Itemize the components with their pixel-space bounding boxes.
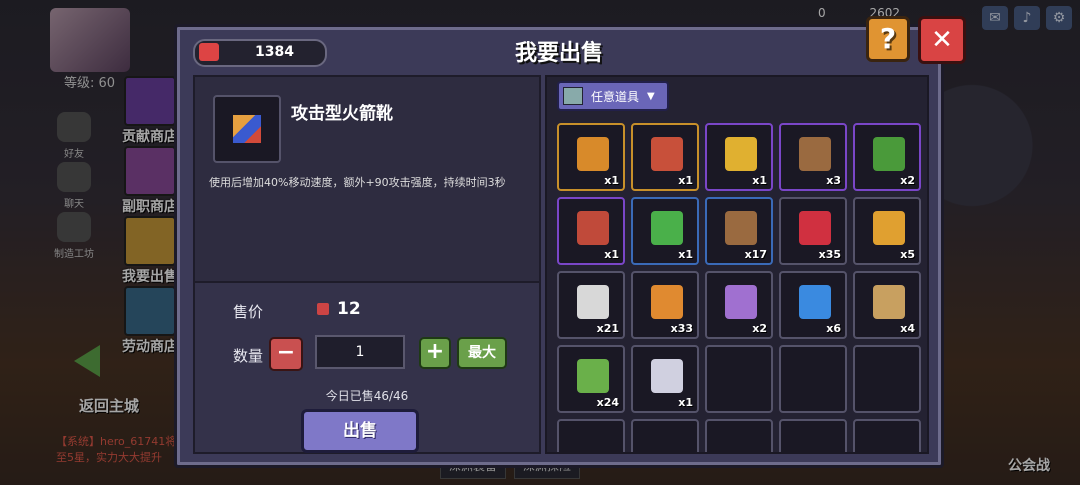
inventory-slot[interactable]: x1 [631, 123, 699, 191]
spellbook-icon [651, 137, 683, 171]
inventory-slot[interactable]: x24 [557, 345, 625, 413]
price-value: 12 [337, 299, 361, 319]
item-count: x1 [678, 248, 693, 261]
item-count: x1 [678, 174, 693, 187]
filter-label: 任意道具 [591, 89, 640, 104]
selected-item-name: 攻击型火箭靴 [291, 104, 393, 124]
selected-item-icon [213, 95, 281, 163]
inventory-grid: x1 x1 x1 x3 x2 x1 x1 x17 x35 x5 x21 x33 x2 x6 x4 x24 x1 [557, 123, 921, 452]
item-count: x33 [670, 322, 693, 335]
item-count: x21 [596, 322, 619, 335]
item-filter-dropdown[interactable]: 任意道具 ▼ [557, 81, 669, 111]
sell-panel: 1384 我要出售 攻击型火箭靴 使用后增加40%移动速度，额外+90攻击强度，… [174, 24, 944, 468]
rocket-boots-icon [233, 115, 261, 143]
item-count: x2 [900, 174, 915, 187]
item-count: x35 [818, 248, 841, 261]
chevron-down-icon: ▼ [647, 90, 655, 102]
sell-button[interactable]: 出售 [301, 409, 419, 453]
check-scroll-icon [577, 359, 609, 393]
red-potion-icon [799, 211, 831, 245]
item-count: x24 [596, 396, 619, 409]
sold-today-counter: 今日已售46/46 [325, 389, 409, 403]
speed-boots-icon [873, 285, 905, 319]
empty-inventory-slot[interactable] [853, 419, 921, 452]
item-count: x5 [900, 248, 915, 261]
empty-inventory-slot[interactable] [705, 419, 773, 452]
green-dragon-icon [873, 137, 905, 171]
inventory-slot[interactable]: x4 [853, 271, 921, 339]
white-potion-icon [577, 285, 609, 319]
item-count: x1 [604, 174, 619, 187]
empty-inventory-slot[interactable] [705, 345, 773, 413]
decrease-quantity-button[interactable]: − [269, 337, 303, 371]
item-count: x4 [900, 322, 915, 335]
rocket-boots-icon [577, 137, 609, 171]
quantity-input[interactable]: 1 [315, 335, 405, 369]
chest-icon [563, 87, 583, 105]
red-book-icon [577, 211, 609, 245]
selected-item-description: 使用后增加40%移动速度，额外+90攻击强度，持续时间3秒 [209, 176, 506, 189]
blue-flask-icon [799, 285, 831, 319]
sell-controls: 售价 12 数量 − 1 + 最大 今日已售46/46 出售 [195, 283, 539, 453]
help-button[interactable]: ? [866, 16, 910, 62]
max-quantity-button[interactable]: 最大 [457, 337, 507, 369]
inventory-pane: 任意道具 ▼ x1 x1 x1 x3 x2 x1 x1 x17 x35 x5 x21 x33 x2 x6 x… [545, 75, 929, 454]
green-vase-icon [651, 211, 683, 245]
item-detail-pane: 攻击型火箭靴 使用后增加40%移动速度，额外+90攻击强度，持续时间3秒 售价 … [193, 75, 541, 454]
inventory-slot[interactable]: x1 [557, 123, 625, 191]
empty-inventory-slot[interactable] [779, 345, 847, 413]
inventory-slot[interactable]: x17 [705, 197, 773, 265]
item-count: x2 [752, 322, 767, 335]
inventory-slot[interactable]: x6 [779, 271, 847, 339]
inventory-slot[interactable]: x33 [631, 271, 699, 339]
inventory-slot[interactable]: x1 [705, 123, 773, 191]
empty-inventory-slot[interactable] [631, 419, 699, 452]
gold-potion-icon [873, 211, 905, 245]
golden-trophy-icon [725, 137, 757, 171]
empty-inventory-slot[interactable] [557, 419, 625, 452]
crown-bag-icon [799, 137, 831, 171]
inventory-slot[interactable]: x35 [779, 197, 847, 265]
winged-boots-icon [651, 359, 683, 393]
inventory-slot[interactable]: x3 [779, 123, 847, 191]
panel-title: 我要出售 [514, 41, 603, 66]
item-count: x17 [744, 248, 767, 261]
item-count: x1 [604, 248, 619, 261]
item-count: x6 [826, 322, 841, 335]
purple-vial-icon [725, 285, 757, 319]
inventory-slot[interactable]: x2 [705, 271, 773, 339]
inventory-slot[interactable]: x1 [557, 197, 625, 265]
item-count: x1 [678, 396, 693, 409]
orange-bottle-icon [651, 285, 683, 319]
coin-icon [317, 303, 329, 315]
empty-inventory-slot[interactable] [779, 419, 847, 452]
crown-sack-icon [725, 211, 757, 245]
empty-inventory-slot[interactable] [853, 345, 921, 413]
inventory-slot[interactable]: x5 [853, 197, 921, 265]
inventory-slot[interactable]: x2 [853, 123, 921, 191]
item-count: x1 [752, 174, 767, 187]
price-label: 售价 [233, 303, 264, 321]
item-count: x3 [826, 174, 841, 187]
inventory-slot[interactable]: x1 [631, 345, 699, 413]
inventory-slot[interactable]: x1 [631, 197, 699, 265]
increase-quantity-button[interactable]: + [419, 337, 451, 369]
inventory-slot[interactable]: x21 [557, 271, 625, 339]
close-button[interactable]: ✕ [918, 16, 966, 64]
quantity-label: 数量 [233, 347, 264, 365]
